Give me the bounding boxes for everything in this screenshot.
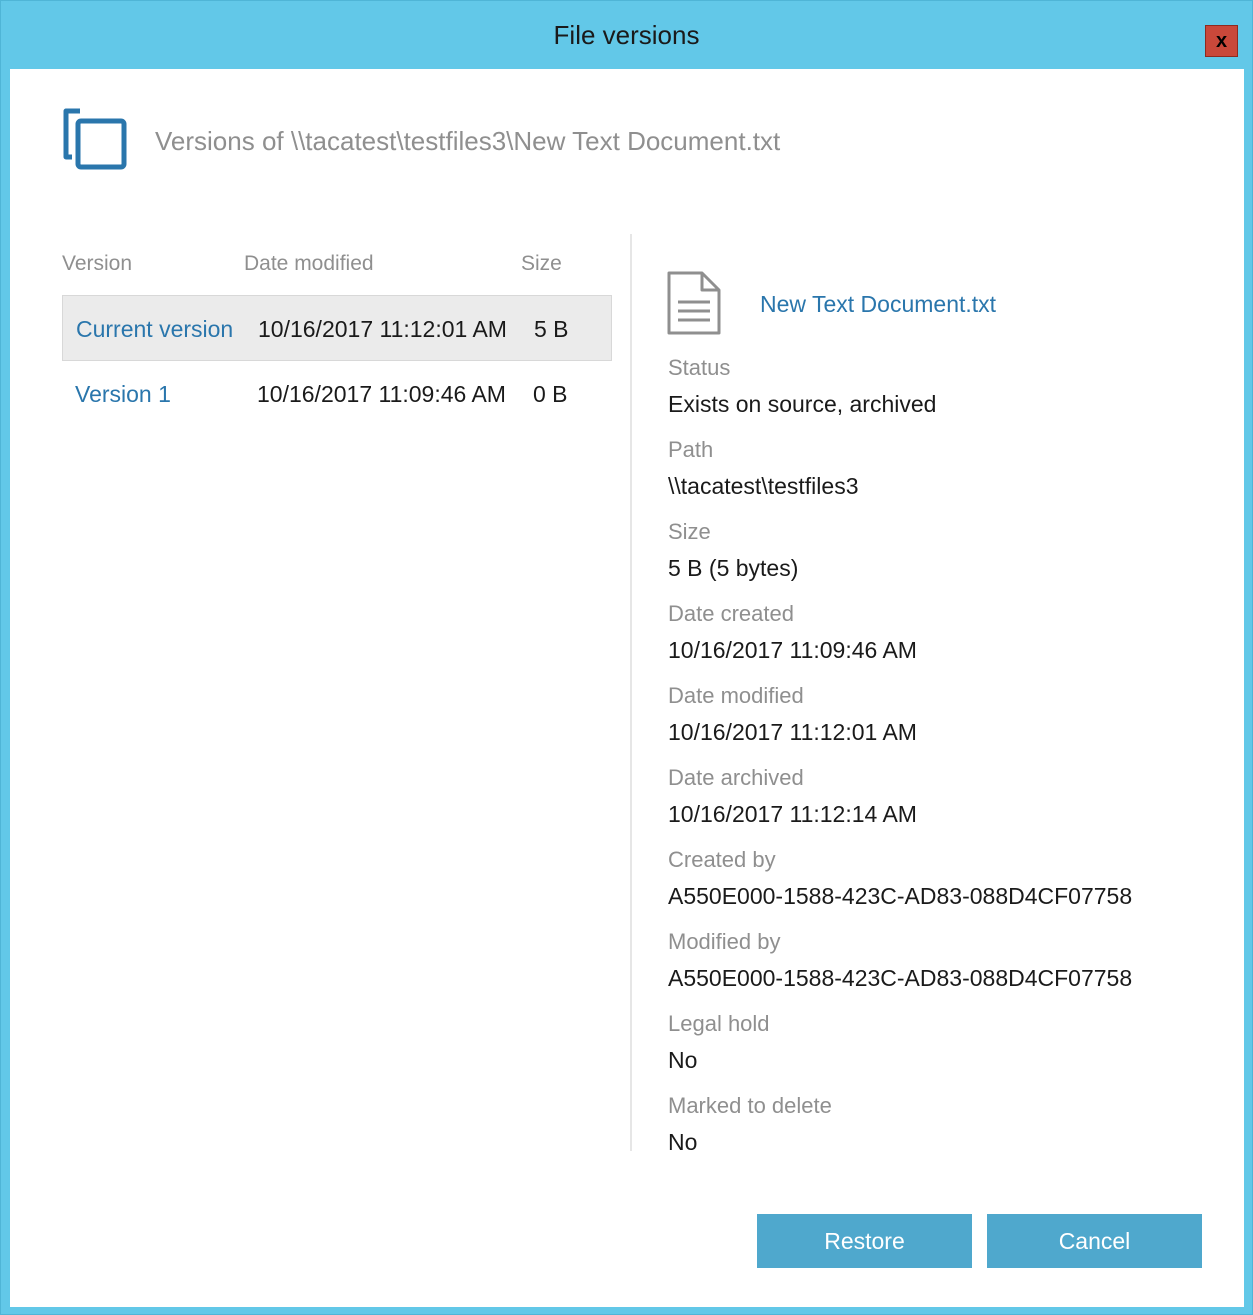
field-legal-hold: Legal hold No (668, 1009, 1228, 1091)
field-value: No (668, 1129, 698, 1155)
panel-divider (630, 234, 632, 1151)
field-path: Path \\tacatest\testfiles3 (668, 435, 1228, 517)
restore-button[interactable]: Restore (757, 1214, 972, 1268)
field-value: A550E000-1588-423C-AD83-088D4CF07758 (668, 883, 1133, 909)
version-date: 10/16/2017 11:09:46 AM (257, 381, 506, 407)
window-title: File versions (553, 19, 700, 50)
document-icon (667, 271, 721, 335)
field-value: 10/16/2017 11:09:46 AM (668, 637, 917, 663)
version-name[interactable]: Version 1 (75, 381, 171, 408)
close-button[interactable]: x (1205, 25, 1238, 57)
close-icon: x (1215, 29, 1228, 52)
field-label: Date created (668, 601, 794, 626)
field-value: 5 B (5 bytes) (668, 555, 799, 581)
field-value: 10/16/2017 11:12:14 AM (668, 801, 917, 827)
field-label: Size (668, 519, 711, 544)
field-label: Date modified (668, 683, 804, 708)
version-name[interactable]: Current version (76, 316, 233, 343)
field-value: A550E000-1588-423C-AD83-088D4CF07758 (668, 965, 1133, 991)
version-size: 5 B (534, 316, 569, 342)
column-header-size[interactable]: Size (521, 252, 562, 276)
field-value: 10/16/2017 11:12:01 AM (668, 719, 917, 745)
field-label: Date archived (668, 765, 804, 790)
versions-title: Versions of \\tacatest\testfiles3\New Te… (155, 126, 781, 156)
field-label: Path (668, 437, 714, 462)
file-details: Status Exists on source, archived Path \… (668, 353, 1228, 1173)
field-created-by: Created by A550E000-1588-423C-AD83-088D4… (668, 845, 1228, 927)
field-status: Status Exists on source, archived (668, 353, 1228, 435)
field-value: No (668, 1047, 698, 1073)
field-modified-by: Modified by A550E000-1588-423C-AD83-088D… (668, 927, 1228, 1009)
file-name-link[interactable]: New Text Document.txt (760, 291, 996, 318)
title-bar[interactable]: File versions x (1, 1, 1252, 69)
field-label: Marked to delete (668, 1093, 832, 1118)
column-header-version[interactable]: Version (62, 252, 132, 276)
field-date-modified: Date modified 10/16/2017 11:12:01 AM (668, 681, 1228, 763)
version-date: 10/16/2017 11:12:01 AM (258, 316, 507, 342)
dialog-content: Versions of \\tacatest\testfiles3\New Te… (10, 69, 1244, 1307)
field-date-archived: Date archived 10/16/2017 11:12:14 AM (668, 763, 1228, 845)
field-marked-to-delete: Marked to delete No (668, 1091, 1228, 1173)
field-value: \\tacatest\testfiles3 (668, 473, 859, 499)
file-versions-window: File versions x Versions of \\tacatest\t… (0, 0, 1253, 1315)
field-label: Status (668, 355, 731, 380)
cancel-button[interactable]: Cancel (987, 1214, 1202, 1268)
version-row-current[interactable]: Current version 10/16/2017 11:12:01 AM 5… (62, 295, 612, 361)
field-date-created: Date created 10/16/2017 11:09:46 AM (668, 599, 1228, 681)
field-value: Exists on source, archived (668, 391, 937, 417)
version-size: 0 B (533, 381, 568, 407)
field-label: Legal hold (668, 1011, 770, 1036)
field-label: Modified by (668, 929, 781, 954)
column-header-date-modified[interactable]: Date modified (244, 252, 374, 276)
field-size: Size 5 B (5 bytes) (668, 517, 1228, 599)
version-row-1[interactable]: Version 1 10/16/2017 11:09:46 AM 0 B (62, 361, 612, 427)
copy-icon (63, 108, 127, 170)
field-label: Created by (668, 847, 776, 872)
